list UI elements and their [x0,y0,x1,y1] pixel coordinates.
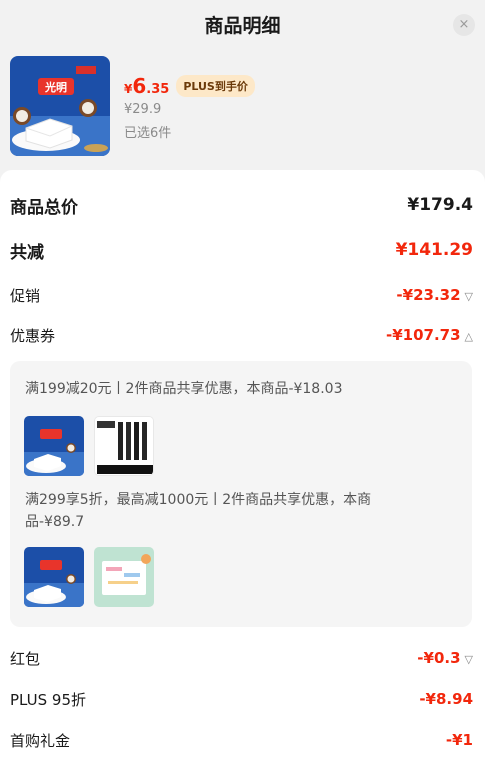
pen-product-image [95,417,153,475]
red-packet-label: 红包 [10,649,41,668]
coupon-1-description: 满199减20元丨2件商品共享优惠，本商品-¥18.03 [25,381,343,397]
promotion-label: 促销 [10,286,41,305]
total-discount-value: ¥141.29 [395,240,473,260]
red-packet-value[interactable]: -¥0.3 ▽ [417,649,473,667]
coupon-label: 优惠券 [10,326,56,345]
coupon-row[interactable]: 优惠券 -¥107.73 △ [10,321,473,349]
red-packet-amount: -¥0.3 [417,649,461,667]
milk-product-image: 光明 [10,56,110,156]
chevron-down-icon[interactable]: ▽ [465,653,473,666]
red-packet-row[interactable]: 红包 -¥0.3 ▽ [10,644,473,672]
total-discount-label: 共减 [10,242,44,263]
plus-price-tag: PLUS到手价 [176,75,255,97]
selected-count: 已选6件 [124,126,172,141]
total-discount-row: 共减 ¥141.29 [10,236,473,264]
coupon-amount: -¥107.73 [385,326,461,344]
promotion-value[interactable]: -¥23.32 ▽ [396,286,473,304]
coupon-2-description: 满299享5折，最高减1000元丨2件商品共享优惠，本商 品-¥89.7 [25,489,371,533]
original-price: ¥29.9 [124,102,162,117]
promotion-amount: -¥23.32 [396,286,461,304]
total-price-label: 商品总价 [10,197,78,218]
product-thumbnail[interactable]: 光明 [10,56,110,156]
first-purchase-label: 首购礼金 [10,731,71,750]
price-decimal: .35 [146,82,170,97]
coupon-2-product-milk[interactable] [24,547,84,607]
first-purchase-value: -¥1 [445,731,473,749]
milk-product-image [24,547,84,607]
plus-discount-label: PLUS 95折 [10,690,87,709]
total-price-value: ¥179.4 [407,195,473,215]
first-purchase-row: 首购礼金 -¥1 [10,726,473,754]
page-title: 商品明细 [204,15,281,37]
coupon-detail-panel: 满199减20元丨2件商品共享优惠，本商品-¥18.03 满299享5折，最高减… [10,361,472,627]
coupon-1-product-milk[interactable] [24,416,84,476]
chevron-up-icon[interactable]: △ [465,330,473,343]
promotion-row[interactable]: 促销 -¥23.32 ▽ [10,281,473,309]
header: 商品明细 × [0,0,485,52]
price-integer: 6 [132,74,147,98]
chevron-down-icon[interactable]: ▽ [465,290,473,303]
coupon-value[interactable]: -¥107.73 △ [386,326,473,344]
product-info: ¥6.35 PLUS到手价 ¥29.9 已选6件 [124,72,255,141]
coupon-2-line-2: 品-¥89.7 [25,514,85,530]
close-icon[interactable]: × [453,14,475,36]
plus-discount-row: PLUS 95折 -¥8.94 [10,685,473,713]
plus-price: ¥6.35 [124,74,169,98]
plus-discount-value: -¥8.94 [419,690,473,708]
milk-product-image [24,416,84,476]
coupon-2-product-stationery[interactable] [94,547,154,607]
product-summary: 光明 ¥6.35 PLUS到手价 ¥29.9 已选6件 [0,52,485,170]
price-breakdown-card: 商品总价 ¥179.4 共减 ¥141.29 促销 -¥23.32 ▽ 优惠券 -… [0,170,485,772]
svg-text:光明: 光明 [44,80,67,94]
coupon-1-product-pens[interactable] [94,416,154,476]
stationery-product-image [94,547,154,607]
coupon-2-line-1: 满299享5折，最高减1000元丨2件商品共享优惠，本商 [25,492,372,508]
total-price-row: 商品总价 ¥179.4 [10,191,473,219]
